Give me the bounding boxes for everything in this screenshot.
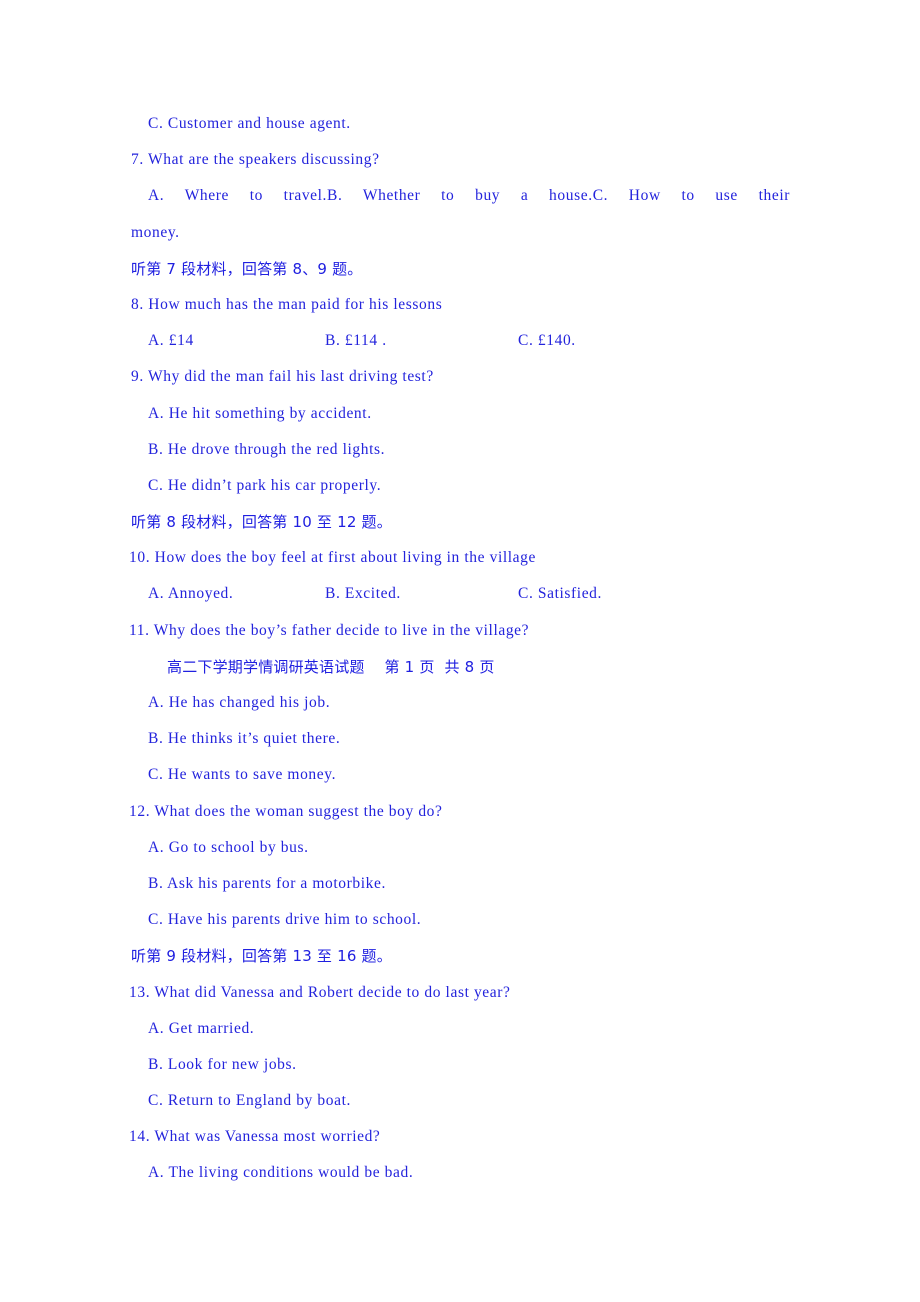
question-stem: 13. What did Vanessa and Robert decide t… (129, 983, 511, 1001)
option-A: A. Annoyed. (148, 585, 234, 603)
question-stem: 12. What does the woman suggest the boy … (129, 802, 443, 820)
text-column: C. Customer and house agent. 7. What are … (129, 106, 790, 1192)
answer-option: C. He wants to save money. (148, 766, 337, 784)
page-footer: 高二下学期学情调研英语试题 第 1 页 共 8 页 (167, 657, 495, 676)
exam-page: C. Customer and house agent. 7. What are … (0, 0, 920, 1302)
question-stem: 11. Why does the boy’s father decide to … (129, 621, 530, 639)
question-stem: 7. What are the speakers discussing? (131, 151, 380, 169)
option-B: B. Excited. (325, 585, 401, 603)
answer-option: C. Customer and house agent. (148, 115, 351, 132)
option-A: A. Where to travel. (148, 187, 328, 205)
option-C: C. £140. (518, 332, 576, 350)
option-C: C. Satisfied. (518, 585, 603, 603)
question-stem: 9. Why did the man fail his last driving… (131, 368, 434, 386)
wrapped-line: money. (131, 223, 180, 241)
answer-option-row: A. Annoyed. B. Excited. C. Satisfied. (131, 576, 790, 612)
option-B: B. Whether to buy a house. (327, 187, 593, 205)
answer-option: C. He didn’t park his car properly. (148, 476, 382, 494)
answer-option: B. Look for new jobs. (148, 1055, 297, 1073)
question-stem: 10. How does the boy feel at first about… (129, 549, 536, 567)
listening-direction: 听第 9 段材料，回答第 13 至 16 题。 (131, 947, 392, 966)
answer-option: C. Return to England by boat. (148, 1092, 351, 1110)
answer-option: A. The living conditions would be bad. (148, 1164, 414, 1182)
question-stem: 8. How much has the man paid for his les… (131, 295, 443, 313)
answer-option: B. He thinks it’s quiet there. (148, 730, 341, 748)
answer-option: B. He drove through the red lights. (148, 440, 386, 458)
answer-option: C. Have his parents drive him to school. (148, 911, 422, 929)
answer-option: B. Ask his parents for a motorbike. (148, 874, 386, 892)
answer-option: A. He hit something by accident. (148, 404, 372, 422)
answer-option-row: A. £14 B. £114 . C. £140. (131, 323, 790, 359)
option-B: B. £114 . (325, 332, 387, 350)
option-A: A. £14 (148, 332, 194, 350)
listening-direction: 听第 7 段材料，回答第 8、9 题。 (131, 259, 363, 278)
question-stem: 14. What was Vanessa most worried? (129, 1128, 381, 1146)
listening-direction: 听第 8 段材料，回答第 10 至 12 题。 (131, 513, 392, 532)
answer-option: A. He has changed his job. (148, 694, 331, 711)
option-C: C. How to use their (592, 187, 790, 205)
answer-option-row: A. Where to travel.B. Whether to buy a h… (131, 178, 790, 214)
answer-option: A. Go to school by bus. (148, 838, 309, 856)
answer-option: A. Get married. (148, 1019, 255, 1037)
